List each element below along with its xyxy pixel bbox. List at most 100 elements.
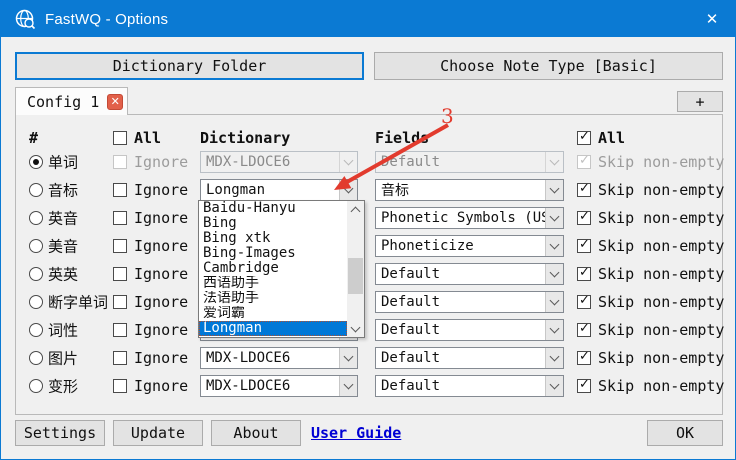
row-radio[interactable]	[29, 323, 43, 337]
skip-checkbox[interactable]	[577, 323, 591, 337]
scroll-up-icon[interactable]	[347, 201, 364, 217]
dictionary-select[interactable]: Longman	[200, 179, 358, 201]
dropdown-scrollbar[interactable]	[347, 201, 364, 337]
row-radio[interactable]	[29, 295, 43, 309]
row-radio[interactable]	[29, 183, 43, 197]
fields-select[interactable]: Default	[375, 263, 564, 285]
skip-checkbox[interactable]	[577, 379, 591, 393]
ok-button[interactable]: OK	[647, 420, 723, 446]
row-label: 词性	[48, 320, 78, 341]
dropdown-item[interactable]: Bing-Images	[199, 246, 347, 261]
dropdown-item[interactable]: Bing xtk	[199, 231, 347, 246]
row-label: 断字单词	[48, 292, 108, 313]
dropdown-item[interactable]: 法语助手	[199, 291, 347, 306]
add-config-button[interactable]: +	[677, 91, 723, 112]
chevron-down-icon[interactable]	[339, 180, 357, 200]
ignore-checkbox[interactable]	[113, 239, 127, 253]
fields-select[interactable]: 音标	[375, 179, 564, 201]
ignore-checkbox[interactable]	[113, 183, 127, 197]
fields-value: Phonetic Symbols (US)	[376, 210, 545, 226]
tab-close-icon[interactable]: ✕	[107, 94, 123, 110]
chevron-down-icon[interactable]	[545, 208, 563, 228]
fields-value: Default	[376, 322, 545, 338]
fields-select[interactable]: Phoneticize	[375, 235, 564, 257]
ignore-checkbox[interactable]	[113, 295, 127, 309]
ignore-checkbox[interactable]	[113, 155, 127, 169]
skip-checkbox[interactable]	[577, 295, 591, 309]
annotation-step-number: 3	[441, 104, 454, 128]
skip-label: Skip non-empty	[598, 321, 724, 339]
fields-select[interactable]: Phonetic Symbols (US)	[375, 207, 564, 229]
close-window-button[interactable]: ✕	[689, 1, 735, 37]
choose-note-type-button[interactable]: Choose Note Type [Basic]	[374, 52, 723, 80]
scroll-down-icon[interactable]	[347, 321, 364, 337]
tab-label: Config 1	[27, 93, 99, 111]
fields-select[interactable]: Default	[375, 151, 564, 173]
dictionary-folder-button[interactable]: Dictionary Folder	[15, 52, 364, 80]
chevron-down-icon[interactable]	[339, 152, 357, 172]
chevron-down-icon[interactable]	[339, 376, 357, 396]
table-row: 英音 Ignore Phonetic Symbols (US) Skip non…	[1, 204, 736, 232]
update-button[interactable]: Update	[113, 420, 203, 446]
titlebar: FastWQ - Options ✕	[1, 1, 735, 37]
ignore-checkbox[interactable]	[113, 323, 127, 337]
row-radio[interactable]	[29, 211, 43, 225]
dropdown-item[interactable]: Bing	[199, 216, 347, 231]
dictionary-select[interactable]: MDX-LDOCE6	[200, 347, 358, 369]
chevron-down-icon[interactable]	[545, 292, 563, 312]
skip-label: Skip non-empty	[598, 349, 724, 367]
skip-checkbox[interactable]	[577, 183, 591, 197]
user-guide-link[interactable]: User Guide	[311, 424, 401, 442]
fields-value: Default	[376, 350, 545, 366]
skip-checkbox[interactable]	[577, 267, 591, 281]
dropdown-item-selected[interactable]: Longman	[199, 321, 347, 336]
about-button[interactable]: About	[211, 420, 301, 446]
skip-checkbox[interactable]	[577, 351, 591, 365]
chevron-down-icon[interactable]	[545, 376, 563, 396]
skip-checkbox[interactable]	[577, 211, 591, 225]
ignore-checkbox[interactable]	[113, 267, 127, 281]
fields-select[interactable]: Default	[375, 319, 564, 341]
row-radio[interactable]	[29, 155, 43, 169]
settings-button[interactable]: Settings	[15, 420, 105, 446]
all-skip-checkbox[interactable]	[577, 131, 591, 145]
ignore-checkbox[interactable]	[113, 211, 127, 225]
chevron-down-icon[interactable]	[545, 180, 563, 200]
row-radio[interactable]	[29, 379, 43, 393]
all-ignore-checkbox[interactable]	[113, 131, 127, 145]
chevron-down-icon[interactable]	[545, 348, 563, 368]
ignore-label: Ignore	[134, 181, 188, 199]
chevron-down-icon[interactable]	[545, 320, 563, 340]
fields-value: Default	[376, 266, 545, 282]
header-all-skip: All	[577, 129, 625, 147]
column-header-hash: #	[29, 129, 38, 147]
table-row: 断字单词 Ignore Default Skip non-empty	[1, 288, 736, 316]
row-radio[interactable]	[29, 351, 43, 365]
dictionary-value: MDX-LDOCE6	[201, 154, 339, 170]
ignore-checkbox[interactable]	[113, 379, 127, 393]
dictionary-select[interactable]: MDX-LDOCE6	[200, 375, 358, 397]
dropdown-item[interactable]: Baidu-Hanyu	[199, 201, 347, 216]
ignore-label: Ignore	[134, 209, 188, 227]
skip-checkbox[interactable]	[577, 155, 591, 169]
fields-select[interactable]: Default	[375, 375, 564, 397]
scrollbar-thumb[interactable]	[348, 258, 363, 294]
skip-label: Skip non-empty	[598, 237, 724, 255]
row-label: 单词	[48, 152, 78, 173]
tab-config-1[interactable]: Config 1 ✕	[15, 87, 128, 115]
chevron-down-icon[interactable]	[545, 152, 563, 172]
chevron-down-icon[interactable]	[545, 264, 563, 284]
row-radio[interactable]	[29, 267, 43, 281]
skip-label: Skip non-empty	[598, 265, 724, 283]
ignore-checkbox[interactable]	[113, 351, 127, 365]
dropdown-item[interactable]: 西语助手	[199, 276, 347, 291]
row-radio[interactable]	[29, 239, 43, 253]
skip-checkbox[interactable]	[577, 239, 591, 253]
fields-select[interactable]: Default	[375, 291, 564, 313]
dictionary-select[interactable]: MDX-LDOCE6	[200, 151, 358, 173]
chevron-down-icon[interactable]	[545, 236, 563, 256]
chevron-down-icon[interactable]	[339, 348, 357, 368]
dropdown-item[interactable]: 爱词霸	[199, 306, 347, 321]
fields-select[interactable]: Default	[375, 347, 564, 369]
dropdown-item[interactable]: Cambridge	[199, 261, 347, 276]
